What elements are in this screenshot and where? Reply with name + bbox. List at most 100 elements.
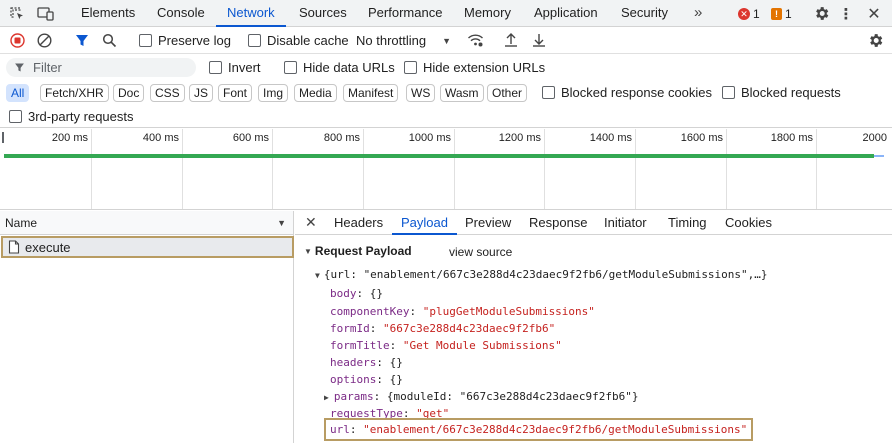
type-filter-doc[interactable]: Doc xyxy=(113,84,145,102)
blocked-response-cookies-label: Blocked response cookies xyxy=(561,85,713,100)
filter-input[interactable]: Filter xyxy=(6,58,196,77)
settings-gear-icon[interactable] xyxy=(813,5,830,22)
tab-application[interactable]: Application xyxy=(534,0,598,27)
payload-key: url xyxy=(330,423,350,436)
payload-row-componentkey[interactable]: componentKey: "plugGetModuleSubmissions" xyxy=(330,303,595,320)
expand-params-triangle-icon[interactable]: ▶ xyxy=(324,393,329,402)
tab-cookies[interactable]: Cookies xyxy=(725,211,772,235)
warnings-indicator[interactable]: ! 1 xyxy=(771,6,792,22)
blocked-response-cookies-toggle[interactable]: Blocked response cookies xyxy=(542,79,712,106)
tab-elements[interactable]: Elements xyxy=(81,0,135,27)
payload-row-headers[interactable]: headers: {} xyxy=(330,354,403,371)
timeline-tick-label: 1600 ms xyxy=(680,132,723,144)
more-tabs-icon[interactable]: » xyxy=(694,0,702,27)
tab-memory[interactable]: Memory xyxy=(464,0,511,27)
payload-section-header[interactable]: ▼ Request Payload xyxy=(304,244,412,258)
stop-recording-icon[interactable] xyxy=(10,33,25,48)
tab-sources[interactable]: Sources xyxy=(299,0,347,27)
payload-summary-row[interactable]: ▼ {url: "enablement/667c3e288d4c23daec9f2… xyxy=(315,266,768,283)
disable-cache-checkbox[interactable] xyxy=(248,34,261,47)
type-filter-font[interactable]: Font xyxy=(218,84,253,102)
payload-section-title: Request Payload xyxy=(314,244,412,258)
payload-value: {} xyxy=(389,373,403,386)
more-options-icon[interactable]: ⋮ xyxy=(839,5,854,23)
tab-network[interactable]: Network xyxy=(216,0,286,27)
payload-row-formid[interactable]: formId: "667c3e288d4c23daec9f2fb6" xyxy=(330,320,555,337)
type-filter-img[interactable]: Img xyxy=(258,84,289,102)
hide-data-urls-checkbox[interactable] xyxy=(284,61,297,74)
view-source-link[interactable]: view source xyxy=(449,245,512,259)
payload-key: formId xyxy=(330,322,370,335)
payload-row-body[interactable]: body: {} xyxy=(330,285,383,302)
export-har-download-icon[interactable] xyxy=(532,32,546,48)
payload-value: {} xyxy=(389,356,403,369)
inspect-element-icon[interactable] xyxy=(9,6,25,22)
close-details-icon[interactable]: ✕ xyxy=(305,211,317,235)
invert-checkbox[interactable] xyxy=(209,61,222,74)
search-icon[interactable] xyxy=(102,33,117,48)
import-har-upload-icon[interactable] xyxy=(504,32,518,48)
timeline-tick-label: 2000 xyxy=(862,132,887,144)
third-party-requests-toggle[interactable]: 3rd-party requests xyxy=(9,103,134,130)
sort-dropdown-icon[interactable]: ▼ xyxy=(277,218,286,228)
filter-row: Filter Invert Hide data URLs Hide extens… xyxy=(0,54,892,81)
tab-performance[interactable]: Performance xyxy=(368,0,442,27)
filter-icon xyxy=(14,62,25,73)
throttling-select[interactable]: No throttling ▼ xyxy=(356,27,451,54)
blocked-requests-label: Blocked requests xyxy=(741,85,841,100)
payload-row-url[interactable]: url: "enablement/667c3e288d4c23daec9f2fb… xyxy=(324,418,754,441)
timeline-left-handle[interactable] xyxy=(2,132,4,143)
request-row-execute[interactable]: execute xyxy=(1,236,294,258)
tab-initiator[interactable]: Initiator xyxy=(604,211,647,235)
filter-funnel-icon[interactable] xyxy=(75,33,89,48)
tab-security[interactable]: Security xyxy=(621,0,668,27)
hide-data-urls-label: Hide data URLs xyxy=(303,60,395,75)
tab-preview[interactable]: Preview xyxy=(465,211,511,235)
timeline-tick-label: 800 ms xyxy=(323,132,360,144)
third-party-requests-checkbox[interactable] xyxy=(9,110,22,123)
preserve-log-toggle[interactable]: Preserve log xyxy=(139,27,231,54)
close-devtools-icon[interactable]: ✕ xyxy=(866,5,882,23)
tab-response[interactable]: Response xyxy=(529,211,588,235)
network-overview-timeline[interactable]: 200 ms 400 ms 600 ms 800 ms 1000 ms 1200… xyxy=(0,129,892,210)
network-conditions-wifi-icon[interactable] xyxy=(467,32,484,48)
timeline-gridline xyxy=(726,129,727,209)
expand-triangle-icon: ▼ xyxy=(304,246,312,256)
hide-extension-urls-toggle[interactable]: Hide extension URLs xyxy=(404,54,545,81)
tab-console[interactable]: Console xyxy=(157,0,205,27)
blocked-requests-toggle[interactable]: Blocked requests xyxy=(722,79,841,106)
timeline-gridline xyxy=(272,129,273,209)
tab-payload[interactable]: Payload xyxy=(392,211,457,235)
tab-headers[interactable]: Headers xyxy=(334,211,383,235)
type-filter-other[interactable]: Other xyxy=(487,84,528,102)
blocked-requests-checkbox[interactable] xyxy=(722,86,735,99)
payload-row-options[interactable]: options: {} xyxy=(330,371,403,388)
payload-row-params[interactable]: ▶ params: {moduleId: "667c3e288d4c23daec9… xyxy=(324,388,639,405)
type-filter-media[interactable]: Media xyxy=(294,84,337,102)
invert-toggle[interactable]: Invert xyxy=(209,54,261,81)
hide-data-urls-toggle[interactable]: Hide data URLs xyxy=(284,54,395,81)
preserve-log-checkbox[interactable] xyxy=(139,34,152,47)
resource-type-filters: All Fetch/XHR Doc CSS JS Font Img Media … xyxy=(0,81,892,105)
type-filter-all[interactable]: All xyxy=(6,84,30,102)
payload-row-formtitle[interactable]: formTitle: "Get Module Submissions" xyxy=(330,337,562,354)
type-filter-fetch-xhr[interactable]: Fetch/XHR xyxy=(40,84,109,102)
network-settings-gear-icon[interactable] xyxy=(867,32,884,49)
timeline-gridline xyxy=(544,129,545,209)
type-filter-js[interactable]: JS xyxy=(189,84,214,102)
device-toolbar-icon[interactable] xyxy=(37,6,55,22)
timeline-tick-label: 600 ms xyxy=(232,132,269,144)
type-filter-wasm[interactable]: Wasm xyxy=(440,84,484,102)
devtools-main-tabbar: Elements Console Network Sources Perform… xyxy=(0,0,892,27)
type-filter-ws[interactable]: WS xyxy=(406,84,436,102)
type-filter-css[interactable]: CSS xyxy=(150,84,185,102)
disable-cache-toggle[interactable]: Disable cache xyxy=(248,27,349,54)
tab-timing[interactable]: Timing xyxy=(668,211,707,235)
collapse-triangle-icon: ▼ xyxy=(315,271,320,280)
hide-extension-urls-checkbox[interactable] xyxy=(404,61,417,74)
blocked-response-cookies-checkbox[interactable] xyxy=(542,86,555,99)
clear-icon[interactable] xyxy=(37,33,52,48)
errors-indicator[interactable]: ✕ 1 xyxy=(738,6,760,22)
type-filter-manifest[interactable]: Manifest xyxy=(343,84,399,102)
requests-column-header[interactable]: Name ▼ xyxy=(0,211,293,235)
